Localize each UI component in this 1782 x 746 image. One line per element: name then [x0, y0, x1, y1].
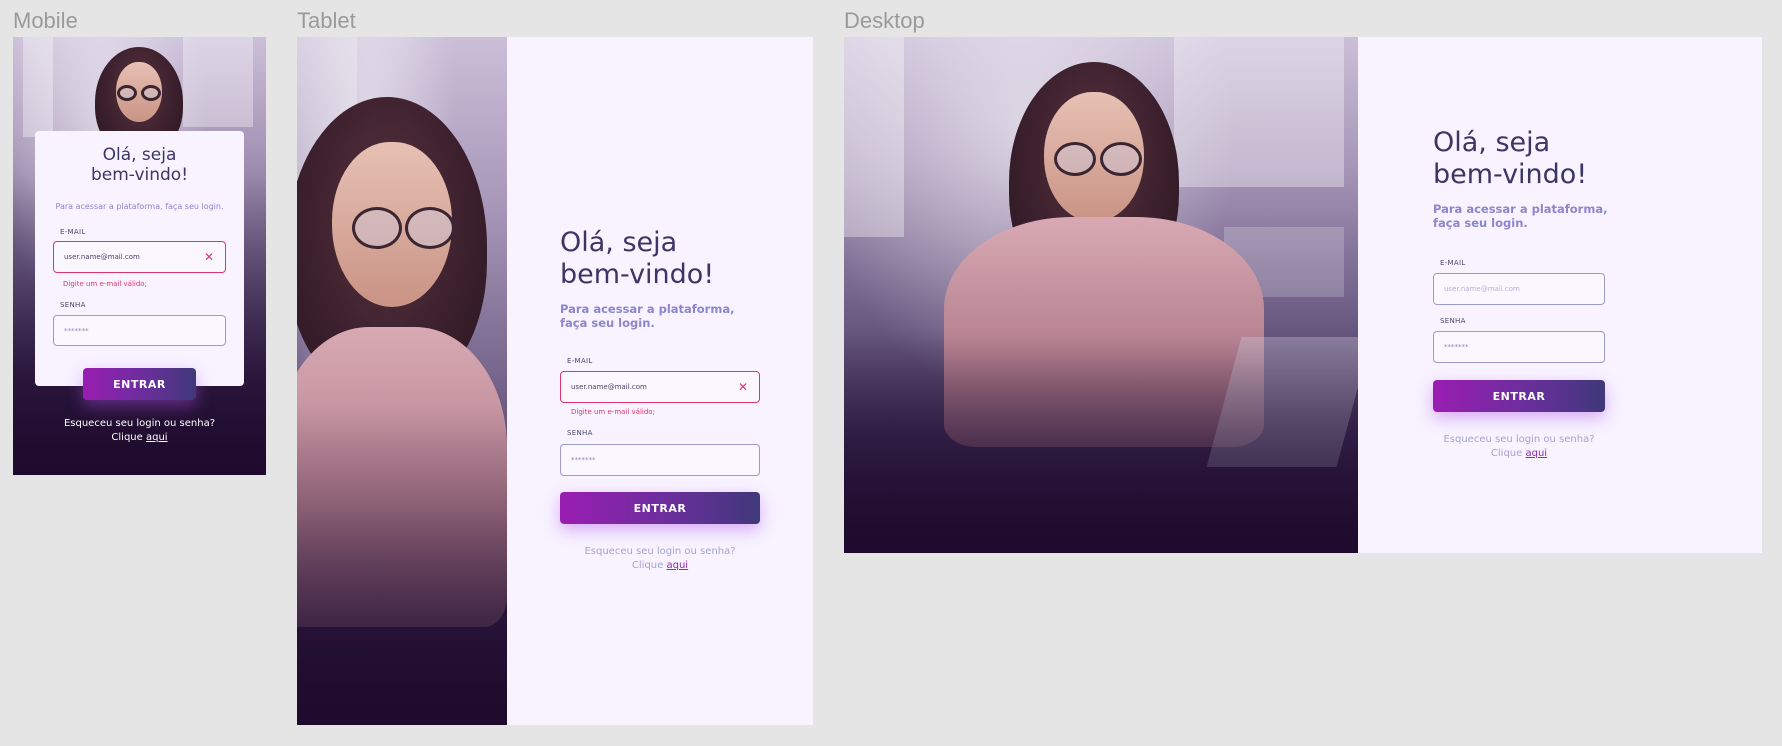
desktop-click-text: Clique: [1490, 448, 1523, 459]
tablet-title: Olá, seja bem-vindo!: [560, 227, 714, 292]
mobile-click-text: Clique: [111, 432, 143, 443]
desktop-password-label: SENHA: [1440, 317, 1466, 325]
mobile-forgot-link[interactable]: aqui: [146, 432, 168, 443]
tablet-forgot-line: Esqueceu seu login ou senha?: [584, 546, 736, 557]
tablet-forgot-link[interactable]: aqui: [666, 560, 688, 571]
mobile-email-value: user.name@mail.com: [64, 253, 140, 261]
desktop-submit-button[interactable]: ENTRAR: [1433, 380, 1605, 412]
tablet-subtitle-line2: faça seu login.: [560, 315, 655, 330]
tablet-frame: Olá, seja bem-vindo! Para acessar a plat…: [297, 37, 813, 725]
tablet-subtitle: Para acessar a plataforma, faça seu logi…: [560, 302, 735, 331]
desktop-password-value: *******: [1444, 343, 1469, 351]
tablet-password-value: *******: [571, 456, 596, 464]
desktop-title-line1: Olá, seja: [1433, 127, 1551, 158]
desktop-hero-photo: [844, 37, 1358, 553]
tablet-title-line2: bem-vindo!: [560, 259, 715, 291]
desktop-forgot-line: Esqueceu seu login ou senha?: [1443, 434, 1595, 445]
desktop-forgot-link[interactable]: aqui: [1525, 448, 1547, 459]
mobile-password-label: SENHA: [60, 301, 86, 309]
mobile-subtitle: Para acessar a plataforma, faça seu logi…: [55, 202, 224, 211]
tablet-email-label: E-MAIL: [567, 357, 593, 365]
desktop-email-label: E-MAIL: [1440, 259, 1466, 267]
mobile-email-input[interactable]: user.name@mail.com ✕: [53, 241, 226, 273]
tablet-title-line1: Olá, seja: [560, 227, 678, 258]
mobile-submit-button[interactable]: ENTRAR: [83, 368, 196, 400]
desktop-subtitle: Para acessar a plataforma, faça seu logi…: [1433, 202, 1608, 231]
close-icon[interactable]: ✕: [738, 380, 748, 394]
desktop-frame-label: Desktop: [844, 8, 925, 33]
tablet-email-error: Digite um e-mail válido;: [571, 408, 655, 416]
desktop-title-line2: bem-vindo!: [1433, 159, 1588, 191]
mobile-frame: Olá, seja bem-vindo! Para acessar a plat…: [13, 37, 266, 475]
mobile-email-error: Digite um e-mail válido;: [63, 280, 147, 288]
tablet-submit-button[interactable]: ENTRAR: [560, 492, 760, 524]
mobile-title-line1: Olá, seja: [102, 145, 177, 165]
desktop-click-line: Clique aqui: [1433, 447, 1605, 461]
desktop-email-input[interactable]: user.name@mail.com: [1433, 273, 1605, 305]
mobile-forgot-text: Esqueceu seu login ou senha? Clique aqui: [13, 417, 266, 445]
desktop-title: Olá, seja bem-vindo!: [1433, 127, 1587, 192]
mobile-click-line: Clique aqui: [13, 431, 266, 445]
mobile-email-label: E-MAIL: [60, 228, 86, 236]
mobile-password-value: *******: [64, 326, 89, 335]
desktop-forgot-text: Esqueceu seu login ou senha? Clique aqui: [1433, 433, 1605, 461]
tablet-hero-photo: [297, 37, 507, 725]
desktop-subtitle-line2: faça seu login.: [1433, 215, 1528, 230]
tablet-password-label: SENHA: [567, 429, 593, 437]
desktop-frame: Olá, seja bem-vindo! Para acessar a plat…: [844, 37, 1762, 553]
desktop-subtitle-line1: Para acessar a plataforma,: [1433, 202, 1608, 216]
close-icon[interactable]: ✕: [204, 250, 214, 264]
tablet-email-input[interactable]: user.name@mail.com ✕: [560, 371, 760, 403]
mobile-title-line2: bem-vindo!: [90, 165, 189, 186]
tablet-email-value: user.name@mail.com: [571, 383, 647, 391]
mobile-forgot-line: Esqueceu seu login ou senha?: [63, 418, 216, 429]
tablet-click-text: Clique: [631, 560, 664, 571]
tablet-password-input[interactable]: *******: [560, 444, 760, 476]
mobile-frame-label: Mobile: [13, 8, 78, 33]
tablet-click-line: Clique aqui: [560, 559, 760, 573]
mobile-title: Olá, seja bem-vindo!: [35, 145, 244, 186]
desktop-email-placeholder: user.name@mail.com: [1444, 285, 1520, 293]
tablet-frame-label: Tablet: [297, 8, 356, 33]
tablet-forgot-text: Esqueceu seu login ou senha? Clique aqui: [560, 545, 760, 573]
mobile-password-input[interactable]: *******: [53, 315, 226, 346]
tablet-subtitle-line1: Para acessar a plataforma,: [560, 302, 735, 316]
desktop-password-input[interactable]: *******: [1433, 331, 1605, 363]
